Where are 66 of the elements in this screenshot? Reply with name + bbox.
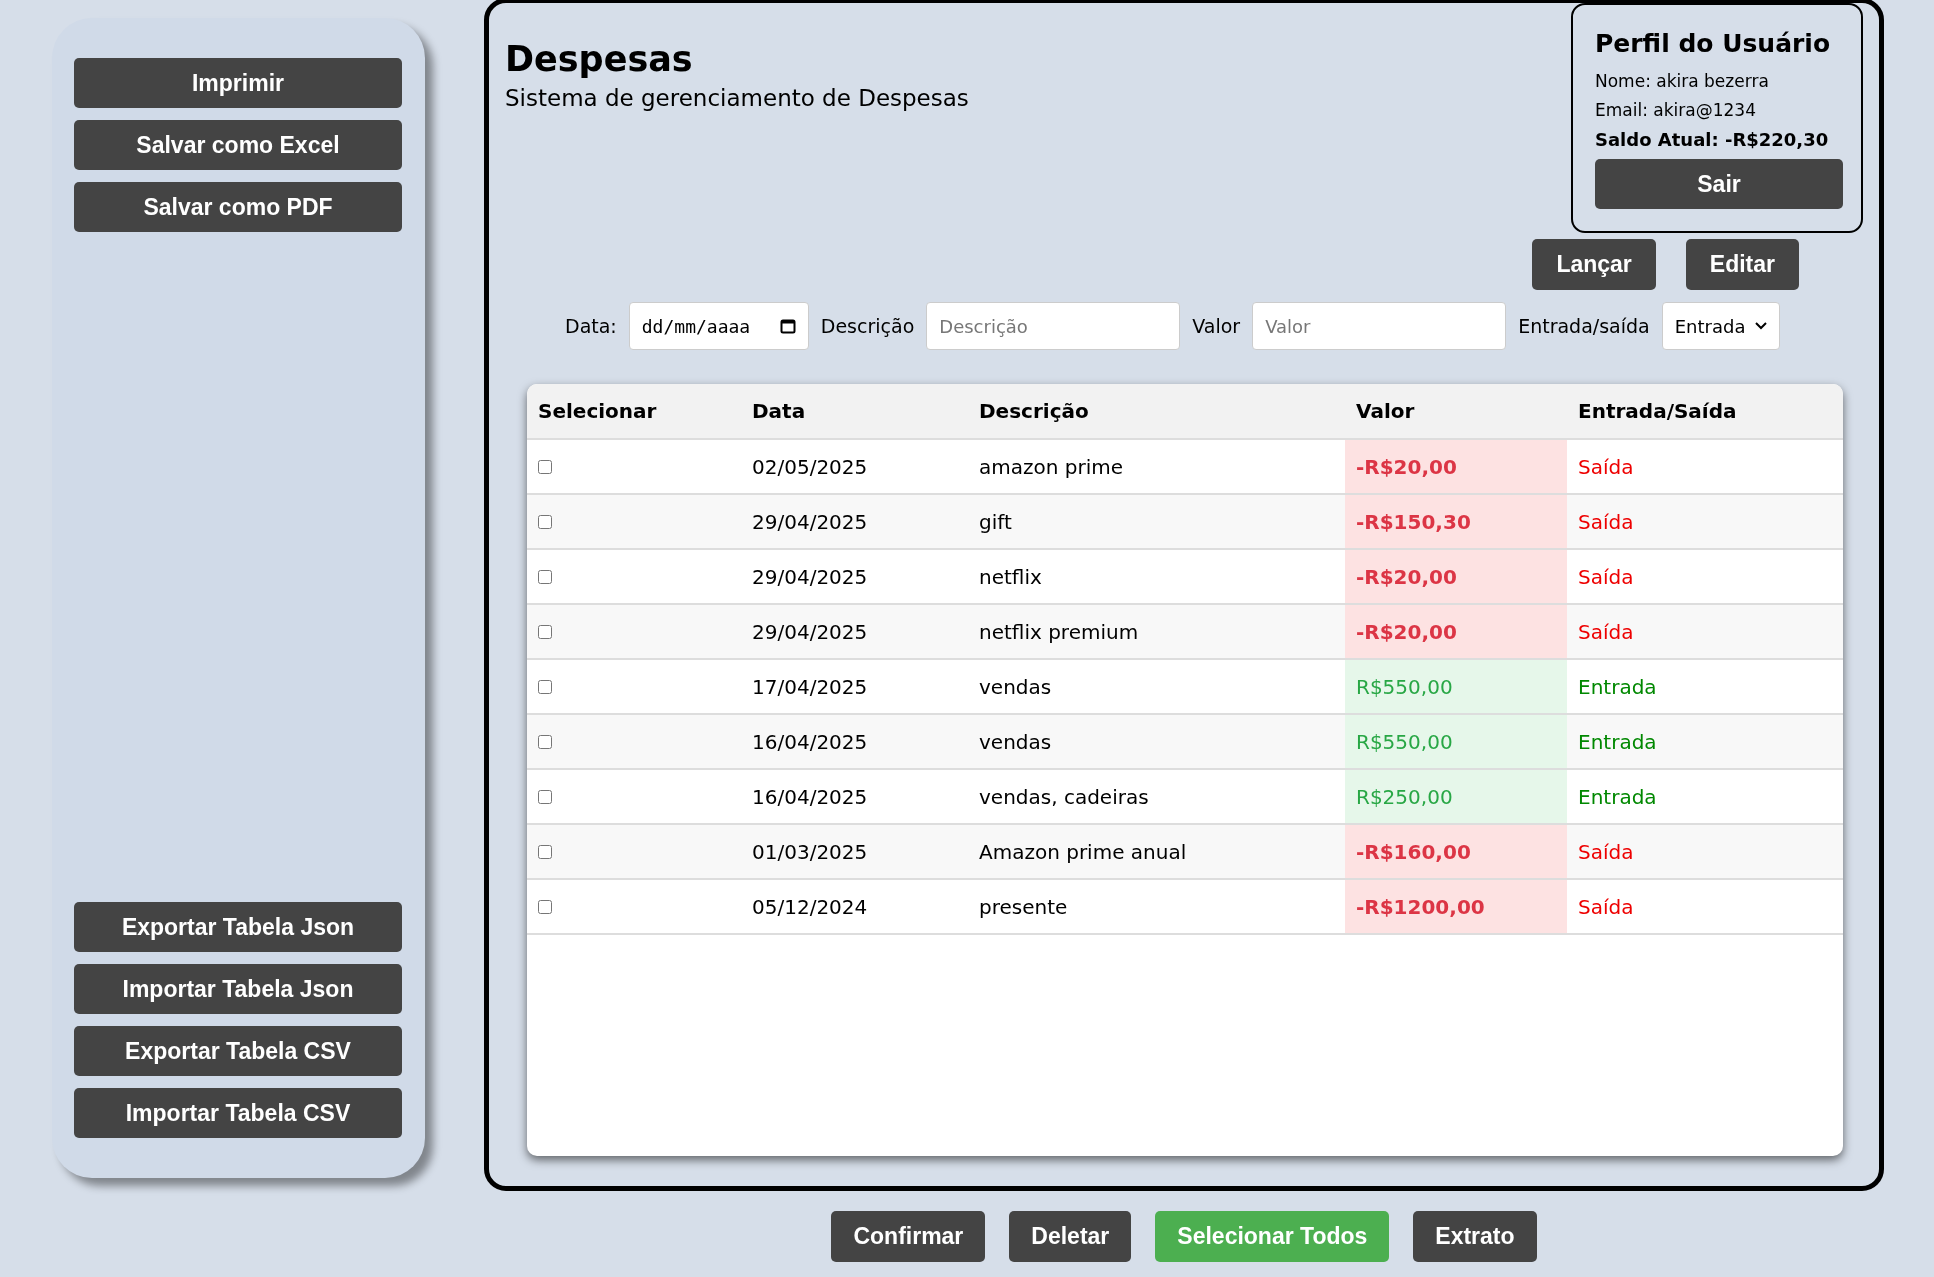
date-field[interactable]: dd/mm/aaaa — [628, 302, 809, 350]
column-header: Entrada/Saída — [1567, 384, 1843, 439]
row-checkbox[interactable] — [538, 734, 552, 749]
column-header: Descrição — [968, 384, 1345, 439]
column-header: Valor — [1345, 384, 1567, 439]
value-field[interactable]: Valor — [1252, 302, 1507, 350]
value-cell: R$250,00 — [1345, 769, 1567, 824]
table-cell: Entrada — [1567, 714, 1843, 769]
value-label: Valor — [1192, 315, 1241, 337]
description-field[interactable]: Descrição — [926, 302, 1181, 350]
page-subtitle: Sistema de gerenciamento de Despesas — [505, 85, 969, 111]
row-checkbox[interactable] — [538, 514, 552, 529]
table-cell: Saída — [1567, 494, 1843, 549]
table-cell: Saída — [1567, 604, 1843, 659]
type-dropdown[interactable]: Entrada — [1661, 302, 1780, 350]
description-label: Descrição — [820, 315, 915, 337]
row-checkbox[interactable] — [538, 899, 552, 914]
value-cell: -R$20,00 — [1345, 439, 1567, 494]
row-checkbox[interactable] — [538, 624, 552, 639]
table-cell: Saída — [1567, 824, 1843, 879]
row-checkbox[interactable] — [538, 569, 552, 584]
row-checkbox[interactable] — [538, 789, 552, 804]
action-button[interactable]: Lançar — [1532, 239, 1656, 290]
profile-title: Perfil do Usuário — [1595, 28, 1832, 60]
table-cell: 16/04/2025 — [741, 714, 968, 769]
table-cell: Amazon prime anual — [968, 824, 1345, 879]
profile-email: Email: akira@1234 — [1595, 99, 1757, 122]
calendar-icon — [779, 318, 796, 334]
value-cell: -R$1200,00 — [1345, 879, 1567, 934]
table-cell: netflix premium — [968, 604, 1345, 659]
profile-name: Nome: akira bezerra — [1595, 70, 1770, 93]
value-cell: -R$20,00 — [1345, 549, 1567, 604]
sidebar-button[interactable]: Importar Tabela Json — [74, 964, 402, 1014]
table-cell: Saída — [1567, 879, 1843, 934]
column-header: Selecionar — [527, 384, 741, 439]
sidebar-button[interactable]: Salvar como PDF — [74, 182, 402, 232]
table-cell: 01/03/2025 — [741, 824, 968, 879]
value-cell: -R$20,00 — [1345, 604, 1567, 659]
chevron-icon — [1754, 322, 1767, 330]
sidebar-button[interactable]: Exportar Tabela Json — [74, 902, 402, 952]
profile-balance: Saldo Atual: -R$220,30 — [1595, 128, 1829, 152]
sidebar-button[interactable]: Imprimir — [74, 58, 402, 108]
sidebar-button[interactable]: Exportar Tabela CSV — [74, 1026, 402, 1076]
row-checkbox[interactable] — [538, 844, 552, 859]
footer-button[interactable]: Confirmar — [831, 1211, 986, 1262]
logout-button[interactable]: Sair — [1595, 159, 1843, 209]
footer-button[interactable]: Extrato — [1413, 1211, 1537, 1262]
value-cell: R$550,00 — [1345, 659, 1567, 714]
table-cell: gift — [968, 494, 1345, 549]
row-checkbox[interactable] — [538, 459, 552, 474]
table-cell: 29/04/2025 — [741, 494, 968, 549]
value-cell: -R$150,30 — [1345, 494, 1567, 549]
page-title: Despesas — [505, 39, 694, 79]
type-label: Entrada/saída — [1518, 315, 1650, 337]
date-label: Data: — [565, 315, 617, 337]
table-cell: vendas — [968, 714, 1345, 769]
action-button[interactable]: Editar — [1685, 239, 1799, 290]
value-cell: R$550,00 — [1345, 714, 1567, 769]
sidebar-button[interactable]: Salvar como Excel — [74, 120, 402, 170]
footer-button[interactable]: Deletar — [1009, 1211, 1132, 1262]
table-cell: 29/04/2025 — [741, 604, 968, 659]
value-cell: -R$160,00 — [1345, 824, 1567, 879]
sidebar-button[interactable]: Importar Tabela CSV — [74, 1088, 402, 1138]
table-cell: 05/12/2024 — [741, 879, 968, 934]
row-checkbox[interactable] — [538, 679, 552, 694]
column-header: Data — [741, 384, 968, 439]
